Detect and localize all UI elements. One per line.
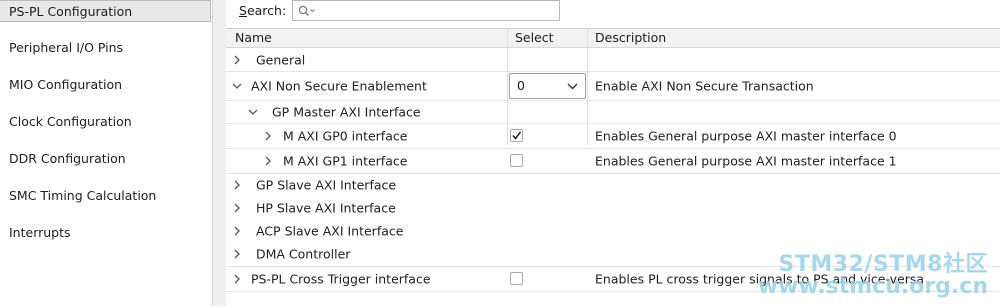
search-row: Search:	[226, 0, 1000, 28]
row-label: HP Slave AXI Interface	[256, 200, 396, 215]
chevron-right-icon[interactable]	[231, 54, 243, 66]
sidebar-item-interrupts[interactable]: Interrupts	[0, 222, 211, 244]
chevron-down-icon[interactable]	[231, 80, 243, 92]
chevron-down-icon	[567, 83, 578, 89]
chevron-right-icon[interactable]	[231, 273, 243, 285]
chevron-right-icon[interactable]	[231, 179, 243, 191]
table-row[interactable]: ACP Slave AXI Interface	[226, 219, 1000, 242]
chevron-down-icon[interactable]	[247, 106, 259, 118]
row-label: AXI Non Secure Enablement	[251, 78, 427, 93]
row-label: GP Master AXI Interface	[272, 104, 421, 119]
row-label: DMA Controller	[256, 246, 351, 262]
sidebar-item-ps-pl-configuration[interactable]: PS-PL Configuration	[0, 0, 211, 22]
chevron-right-icon[interactable]	[231, 202, 243, 214]
table-header: Name Select Description	[226, 29, 1000, 48]
splitter[interactable]	[213, 0, 226, 306]
row-label: General	[256, 52, 306, 67]
sidebar: PS-PL Configuration Peripheral I/O Pins …	[0, 0, 213, 306]
chevron-right-icon[interactable]	[231, 248, 243, 260]
column-header-select[interactable]: Select	[515, 30, 554, 46]
sidebar-item-clock-configuration[interactable]: Clock Configuration	[0, 111, 211, 133]
row-label: PS-PL Cross Trigger interface	[251, 271, 431, 286]
axi-non-secure-select[interactable]: 0	[509, 72, 586, 99]
table-row[interactable]: General	[226, 48, 1000, 72]
gp1-enable-checkbox[interactable]	[510, 153, 523, 167]
sidebar-item-peripheral-io-pins[interactable]: Peripheral I/O Pins	[0, 37, 211, 59]
chevron-right-icon[interactable]	[262, 155, 274, 167]
row-label: M AXI GP1 interface	[283, 153, 408, 168]
gp0-enable-checkbox[interactable]	[510, 128, 523, 142]
sidebar-item-mio-configuration[interactable]: MIO Configuration	[0, 74, 211, 96]
table-row[interactable]: GP Slave AXI Interface	[226, 173, 1000, 196]
row-description: Enable AXI Non Secure Transaction	[595, 78, 814, 93]
row-label: ACP Slave AXI Interface	[256, 223, 404, 238]
search-label: Search:	[239, 3, 287, 18]
sidebar-item-ddr-configuration[interactable]: DDR Configuration	[0, 148, 211, 170]
table-row[interactable]: GP Master AXI Interface	[226, 100, 1000, 124]
column-header-description[interactable]: Description	[595, 30, 666, 46]
table-row[interactable]: M AXI GP0 interface Enables General purp…	[226, 123, 1000, 149]
chevron-right-icon[interactable]	[262, 130, 274, 142]
sidebar-item-smc-timing-calculation[interactable]: SMC Timing Calculation	[0, 185, 211, 207]
chevron-right-icon[interactable]	[231, 225, 243, 237]
search-input[interactable]	[319, 2, 555, 19]
row-label: M AXI GP0 interface	[283, 128, 408, 143]
table-row[interactable]: PS-PL Cross Trigger interface Enables PL…	[226, 266, 1000, 292]
search-icon	[298, 5, 315, 17]
table-row[interactable]: DMA Controller	[226, 242, 1000, 267]
settings-table: Name Select Description General AXI Non …	[226, 28, 1000, 307]
row-description: Enables General purpose AXI master inter…	[595, 153, 897, 168]
table-row[interactable]: HP Slave AXI Interface	[226, 196, 1000, 219]
configuration-panel: Search: Name Select Description General …	[226, 0, 1000, 306]
table-row[interactable]: AXI Non Secure Enablement 0 Enable AXI N…	[226, 71, 1000, 101]
checkmark-icon	[512, 130, 522, 140]
select-value: 0	[517, 77, 525, 93]
cross-trigger-checkbox[interactable]	[510, 271, 523, 285]
column-header-name[interactable]: Name	[235, 30, 272, 46]
search-field[interactable]	[292, 0, 560, 21]
table-row[interactable]: M AXI GP1 interface Enables General purp…	[226, 148, 1000, 174]
row-description: Enables PL cross trigger signals to PS a…	[595, 271, 925, 286]
row-label: GP Slave AXI Interface	[256, 177, 397, 192]
row-description: Enables General purpose AXI master inter…	[595, 128, 897, 143]
